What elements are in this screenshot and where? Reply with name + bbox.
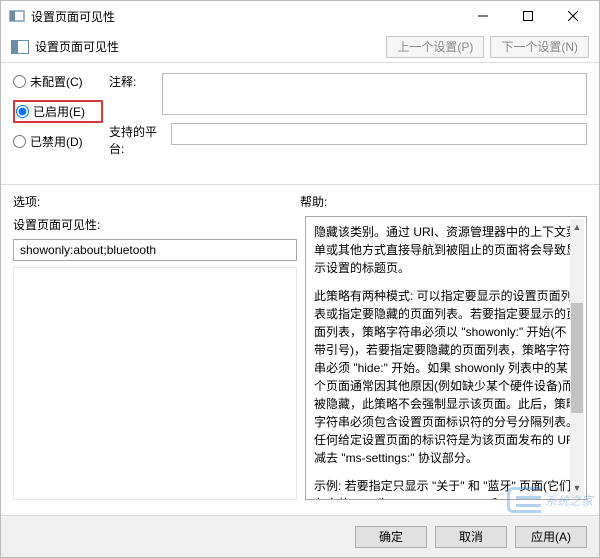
platforms-box xyxy=(171,123,587,145)
radio-label: 已启用(E) xyxy=(33,103,85,120)
previous-setting-button[interactable]: 上一个设置(P) xyxy=(386,36,484,58)
radio-enabled-input[interactable] xyxy=(16,105,29,118)
scroll-up-icon[interactable]: ▲ xyxy=(573,221,582,235)
help-text: 此策略有两种模式: 可以指定要显示的设置页面列表或指定要隐藏的页面列表。若要指定… xyxy=(314,287,578,467)
config-section: 未配置(C) 已启用(E) 已禁用(D) 注释: 支持的平台: xyxy=(1,63,599,169)
visibility-input[interactable] xyxy=(13,239,297,261)
option-caption: 设置页面可见性: xyxy=(13,216,297,233)
scrollbar[interactable]: ▲ ▼ xyxy=(570,219,584,497)
radio-disabled[interactable]: 已禁用(D) xyxy=(13,133,103,150)
comment-input[interactable] xyxy=(162,73,587,115)
window-controls xyxy=(460,2,595,30)
columns: 设置页面可见性: 隐藏该类别。通过 URI、资源管理器中的上下文菜单或其他方式直… xyxy=(1,216,599,508)
minimize-button[interactable] xyxy=(460,2,505,30)
policy-icon xyxy=(9,8,25,24)
subheader-title: 设置页面可见性 xyxy=(35,38,119,55)
radio-not-configured-input[interactable] xyxy=(13,75,26,88)
window-title: 设置页面可见性 xyxy=(31,8,460,25)
footer: 确定 取消 应用(A) xyxy=(1,515,599,557)
meta-fields: 注释: 支持的平台: xyxy=(109,73,587,165)
policy-dialog: 设置页面可见性 设置页面可见性 上一个设置(P) 下一个设置(N) 未配置(C)… xyxy=(0,0,600,558)
options-column: 设置页面可见性: xyxy=(13,216,297,500)
options-header: 选项: 帮助: xyxy=(1,193,599,216)
close-button[interactable] xyxy=(550,2,595,30)
help-text: 隐藏该类别。通过 URI、资源管理器中的上下文菜单或其他方式直接导航到被阻止的页… xyxy=(314,223,578,277)
state-radios: 未配置(C) 已启用(E) 已禁用(D) xyxy=(13,73,103,165)
radio-label: 未配置(C) xyxy=(30,73,83,90)
cancel-button[interactable]: 取消 xyxy=(435,526,507,548)
options-label: 选项: xyxy=(13,195,40,209)
titlebar: 设置页面可见性 xyxy=(1,1,599,31)
scroll-thumb[interactable] xyxy=(571,303,583,413)
radio-enabled[interactable]: 已启用(E) xyxy=(13,100,103,123)
apply-button[interactable]: 应用(A) xyxy=(515,526,587,548)
radio-not-configured[interactable]: 未配置(C) xyxy=(13,73,103,90)
platforms-label: 支持的平台: xyxy=(109,123,171,157)
options-empty-area xyxy=(13,267,297,500)
subheader: 设置页面可见性 上一个设置(P) 下一个设置(N) xyxy=(1,31,599,63)
ok-button[interactable]: 确定 xyxy=(355,526,427,548)
help-panel: 隐藏该类别。通过 URI、资源管理器中的上下文菜单或其他方式直接导航到被阻止的页… xyxy=(305,216,587,500)
radio-label: 已禁用(D) xyxy=(30,133,83,150)
radio-disabled-input[interactable] xyxy=(13,135,26,148)
policy-icon xyxy=(11,40,29,54)
next-setting-button[interactable]: 下一个设置(N) xyxy=(490,36,589,58)
help-text: 示例: 若要指定只显示 "关于" 和 "蓝牙" 页面(它们各自的 URI 为 m… xyxy=(314,477,578,500)
comment-label: 注释: xyxy=(109,73,162,90)
scroll-down-icon[interactable]: ▼ xyxy=(573,482,582,496)
divider xyxy=(1,184,599,185)
help-label: 帮助: xyxy=(300,195,327,209)
maximize-button[interactable] xyxy=(505,2,550,30)
